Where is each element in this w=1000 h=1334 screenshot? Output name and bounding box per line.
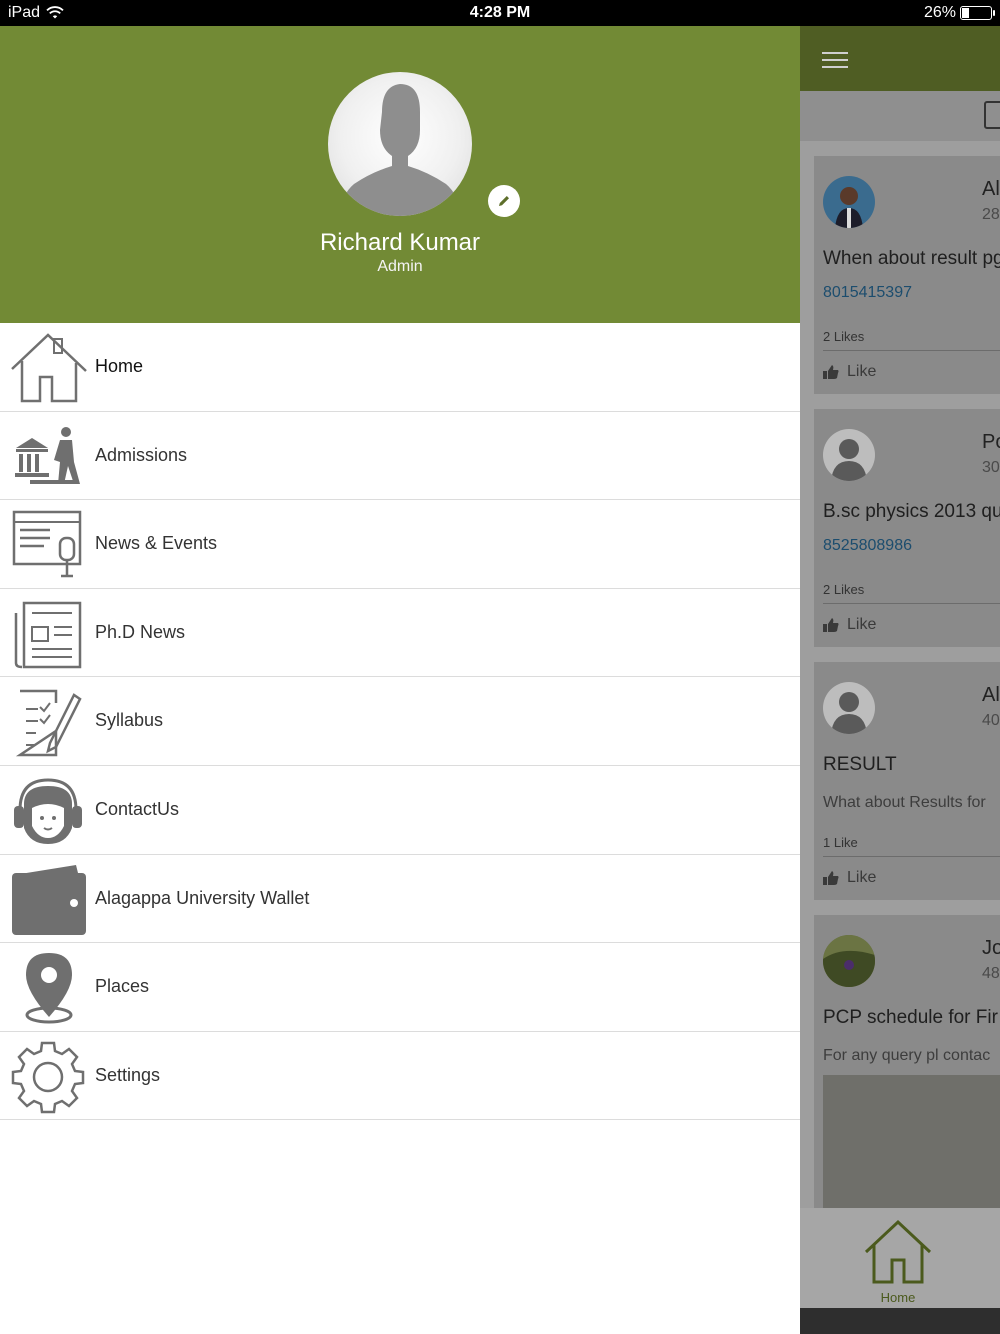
status-bar: iPad 4:28 PM 26% xyxy=(0,0,1000,26)
phone-link[interactable]: 8525808986 xyxy=(823,537,912,555)
gear-icon xyxy=(11,1041,85,1113)
menu-item-phd-news[interactable]: Ph.D News xyxy=(0,589,800,678)
clock: 4:28 PM xyxy=(469,4,531,21)
app-bar xyxy=(800,26,1000,91)
post-card[interactable]: Al 40 RESULT What about Results for 1 Li… xyxy=(814,662,1000,900)
news-events-icon xyxy=(12,510,82,578)
map-pin-icon xyxy=(25,953,73,1024)
post-title: PCP schedule for Fir xyxy=(823,1007,998,1028)
drawer-header: Richard Kumar Admin xyxy=(0,26,800,323)
tab-home[interactable]: Home xyxy=(862,1218,934,1305)
avatar xyxy=(823,682,875,734)
newspaper-icon xyxy=(14,601,82,669)
thumbs-up-icon xyxy=(823,871,839,885)
like-button[interactable]: Like xyxy=(823,869,876,887)
post-description: What about Results for xyxy=(823,794,986,811)
like-count: 2 Likes xyxy=(823,329,865,344)
navigation-drawer: Richard Kumar Admin Home Admissions News… xyxy=(0,26,800,1334)
bottom-tab-bar: Home xyxy=(800,1208,1000,1308)
admissions-icon xyxy=(15,426,80,484)
post-card[interactable]: Jo 48 PCP schedule for Fir For any query… xyxy=(814,915,1000,1235)
compose-bar xyxy=(800,91,1000,141)
avatar xyxy=(823,429,875,481)
home-icon xyxy=(11,333,87,403)
post-title: RESULT xyxy=(823,754,897,775)
battery-icon xyxy=(960,6,995,20)
profile-avatar[interactable] xyxy=(328,72,472,216)
drawer-menu: Home Admissions News & Events Ph.D News … xyxy=(0,323,800,1121)
thumbs-up-icon xyxy=(823,618,839,632)
post-description: For any query pl contac xyxy=(823,1047,991,1064)
like-count: 2 Likes xyxy=(823,582,865,597)
like-button[interactable]: Like xyxy=(823,363,876,381)
post-title: B.sc physics 2013 qu xyxy=(823,501,1000,522)
menu-item-settings[interactable]: Settings xyxy=(0,1032,800,1121)
wallet-icon xyxy=(12,864,86,935)
post-card[interactable]: Al 28 When about result pg 8015415397 2 … xyxy=(814,156,1000,394)
home-feed: Al 28 When about result pg 8015415397 2 … xyxy=(800,26,1000,1334)
home-icon xyxy=(864,1219,932,1284)
menu-item-home[interactable]: Home xyxy=(0,323,800,412)
menu-item-admissions[interactable]: Admissions xyxy=(0,412,800,501)
hamburger-menu-icon[interactable] xyxy=(822,52,848,68)
avatar xyxy=(823,935,875,987)
menu-item-news-events[interactable]: News & Events xyxy=(0,500,800,589)
edit-profile-button[interactable] xyxy=(488,185,520,217)
person-silhouette-icon xyxy=(338,84,462,216)
menu-item-places[interactable]: Places xyxy=(0,943,800,1032)
avatar xyxy=(823,176,875,228)
pencil-icon xyxy=(499,196,509,206)
compose-icon[interactable] xyxy=(984,101,1000,129)
post-title: When about result pg xyxy=(823,248,1000,269)
post-card[interactable]: Po 30 B.sc physics 2013 qu 8525808986 2 … xyxy=(814,409,1000,647)
like-count: 1 Like xyxy=(823,835,858,850)
menu-item-contact-us[interactable]: ContactUs xyxy=(0,766,800,855)
user-role: Admin xyxy=(377,258,423,275)
battery-percent: 26% xyxy=(923,4,956,21)
user-name: Richard Kumar xyxy=(319,229,481,256)
menu-item-wallet[interactable]: Alagappa University Wallet xyxy=(0,855,800,944)
headset-agent-icon xyxy=(14,778,82,844)
screen: iPad 4:28 PM 26% Al 28 When about result… xyxy=(0,0,1000,1334)
menu-item-syllabus[interactable]: Syllabus xyxy=(0,677,800,766)
syllabus-icon xyxy=(15,690,82,757)
like-button[interactable]: Like xyxy=(823,616,876,634)
phone-link[interactable]: 8015415397 xyxy=(823,284,912,302)
thumbs-up-icon xyxy=(823,365,839,379)
